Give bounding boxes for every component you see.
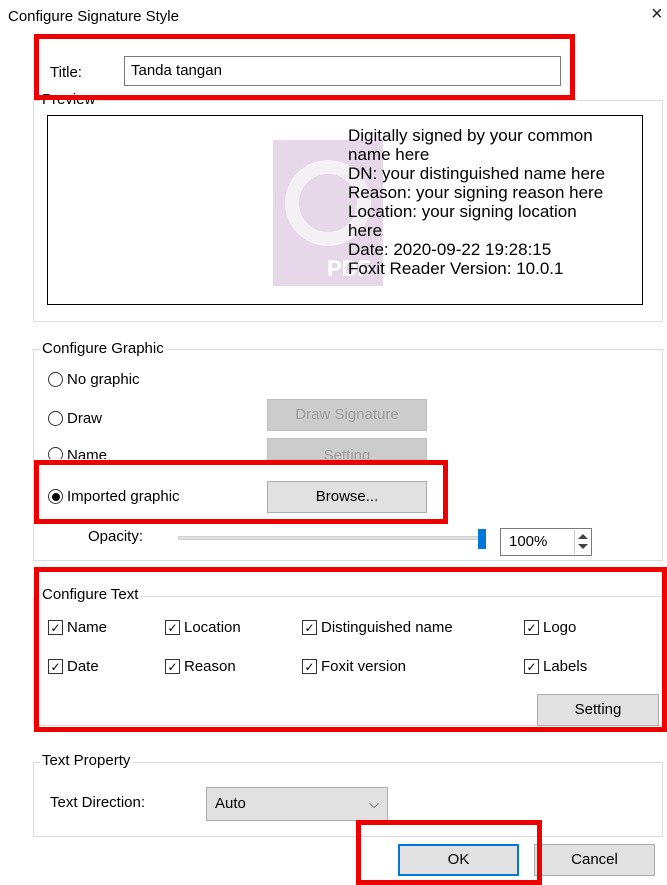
highlight-imported-graphic <box>34 460 448 524</box>
text-property-label: Text Property <box>40 752 133 769</box>
close-icon[interactable]: × <box>651 4 663 24</box>
opacity-label: Opacity: <box>88 528 144 545</box>
graphic-setting-button[interactable]: Setting <box>267 438 427 460</box>
configure-graphic-label: Configure Graphic <box>40 340 166 357</box>
radio-name[interactable]: Name <box>48 447 107 459</box>
opacity-slider[interactable] <box>178 536 486 540</box>
radio-icon <box>48 372 63 387</box>
preview-line: DN: your distinguished name here <box>348 164 606 183</box>
highlight-title <box>34 34 575 100</box>
dialog-title: Configure Signature Style <box>8 8 179 25</box>
opacity-slider-thumb[interactable] <box>478 529 486 549</box>
preview-line: name here <box>348 145 430 164</box>
spin-up-icon[interactable] <box>578 534 588 539</box>
text-direction-select[interactable]: Auto ⌵ <box>206 787 388 821</box>
cancel-button[interactable]: Cancel <box>534 844 655 876</box>
preview-line: here <box>348 221 383 240</box>
highlight-configure-text <box>34 567 667 732</box>
radio-draw[interactable]: Draw <box>48 410 102 427</box>
opacity-value: 100% <box>509 533 548 550</box>
draw-signature-button[interactable]: Draw Signature <box>267 399 427 431</box>
text-direction-value: Auto <box>215 795 246 812</box>
chevron-down-icon: ⌵ <box>369 796 379 811</box>
radio-label: Draw <box>67 410 103 427</box>
spin-buttons[interactable] <box>574 530 590 554</box>
text-direction-label: Text Direction: <box>50 794 146 811</box>
preview-text: Digitally signed by your common name her… <box>348 126 642 278</box>
preview-line: Location: your signing location <box>348 202 577 221</box>
radio-icon <box>48 447 63 459</box>
preview-line: Reason: your signing reason here <box>348 183 604 202</box>
opacity-spinbox[interactable]: 100% <box>500 528 592 556</box>
radio-icon <box>48 411 63 426</box>
preview-line: Foxit Reader Version: 10.0.1 <box>348 259 564 278</box>
preview-line: Date: 2020-09-22 19:28:15 <box>348 240 552 259</box>
radio-label: No graphic <box>67 371 140 388</box>
preview-line: Digitally signed by your common <box>348 126 593 145</box>
spin-down-icon[interactable] <box>578 544 588 549</box>
radio-no-graphic[interactable]: No graphic <box>48 371 140 388</box>
highlight-ok <box>356 820 542 885</box>
radio-label: Name <box>67 447 108 459</box>
signature-preview: PDF Digitally signed by your common name… <box>47 115 643 305</box>
